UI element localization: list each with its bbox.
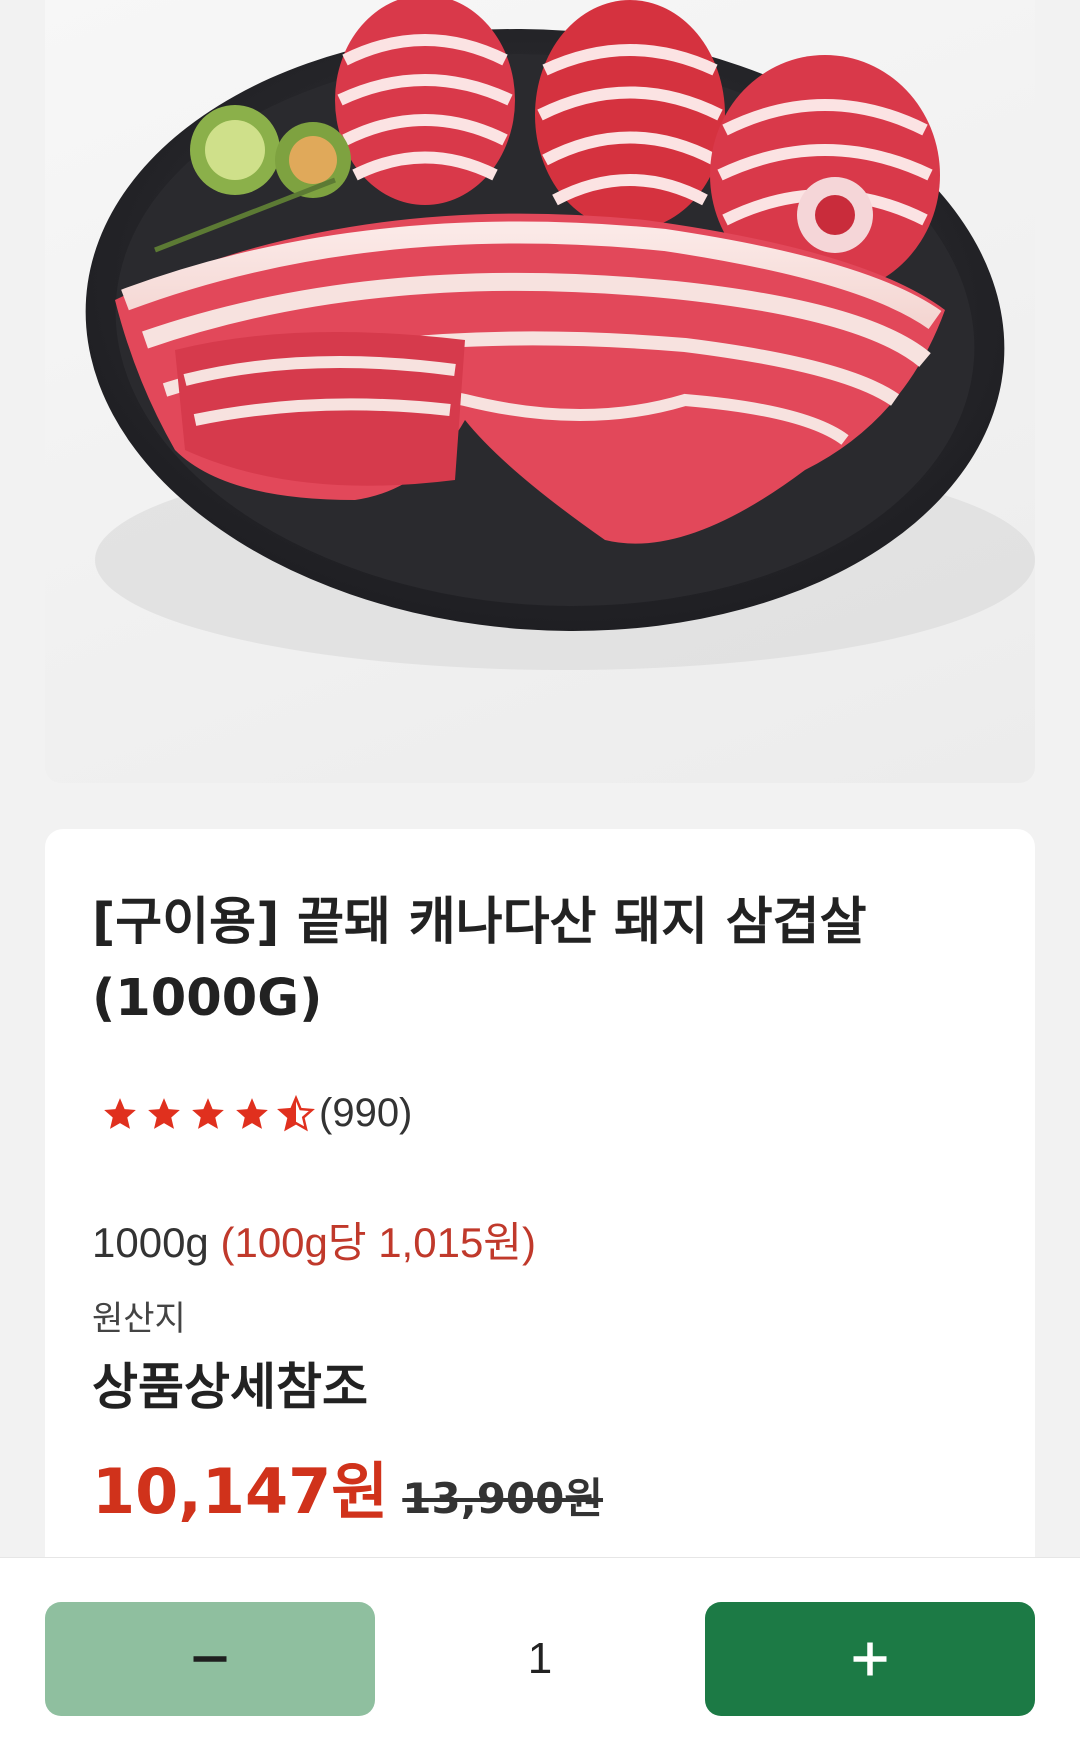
product-info-card: [구이용] 끝돼 캐나다산 돼지 삼겹살 (1000G) (990) 1000g… xyxy=(45,829,1035,1569)
plus-icon xyxy=(853,1642,887,1676)
star-full-icon xyxy=(104,1097,136,1129)
sale-price: 10,147원 xyxy=(92,1455,389,1528)
minus-icon xyxy=(193,1656,227,1662)
product-detail-page: [구이용] 끝돼 캐나다산 돼지 삼겹살 (1000G) (990) 1000g… xyxy=(0,0,1080,1742)
star-full-icon xyxy=(192,1097,224,1129)
weight: 1000g xyxy=(92,1219,209,1266)
star-half-icon xyxy=(277,1094,315,1131)
product-rating[interactable]: (990) xyxy=(101,1091,412,1136)
origin-value: 상품상세참조 xyxy=(92,1358,368,1416)
rating-stars xyxy=(101,1094,315,1133)
quantity-value: 1 xyxy=(527,1634,553,1683)
product-image xyxy=(45,0,1035,783)
product-title: [구이용] 끝돼 캐나다산 돼지 삼겹살 (1000G) xyxy=(92,893,867,1028)
price-row: 10,147원 13,900원 xyxy=(92,1441,603,1531)
weight-info: 1000g (100g당 1,015원) xyxy=(92,1209,536,1270)
origin-label: 원산지 xyxy=(92,1300,186,1338)
original-price: 13,900원 xyxy=(402,1474,604,1523)
star-full-icon xyxy=(148,1097,180,1129)
increase-quantity-button[interactable] xyxy=(705,1602,1035,1716)
review-count: (990) xyxy=(319,1091,413,1135)
quantity-bar: 1 xyxy=(0,1557,1080,1742)
star-full-icon xyxy=(236,1097,268,1129)
decrease-quantity-button[interactable] xyxy=(45,1602,375,1716)
unit-price: (100g당 1,015원) xyxy=(220,1219,536,1266)
